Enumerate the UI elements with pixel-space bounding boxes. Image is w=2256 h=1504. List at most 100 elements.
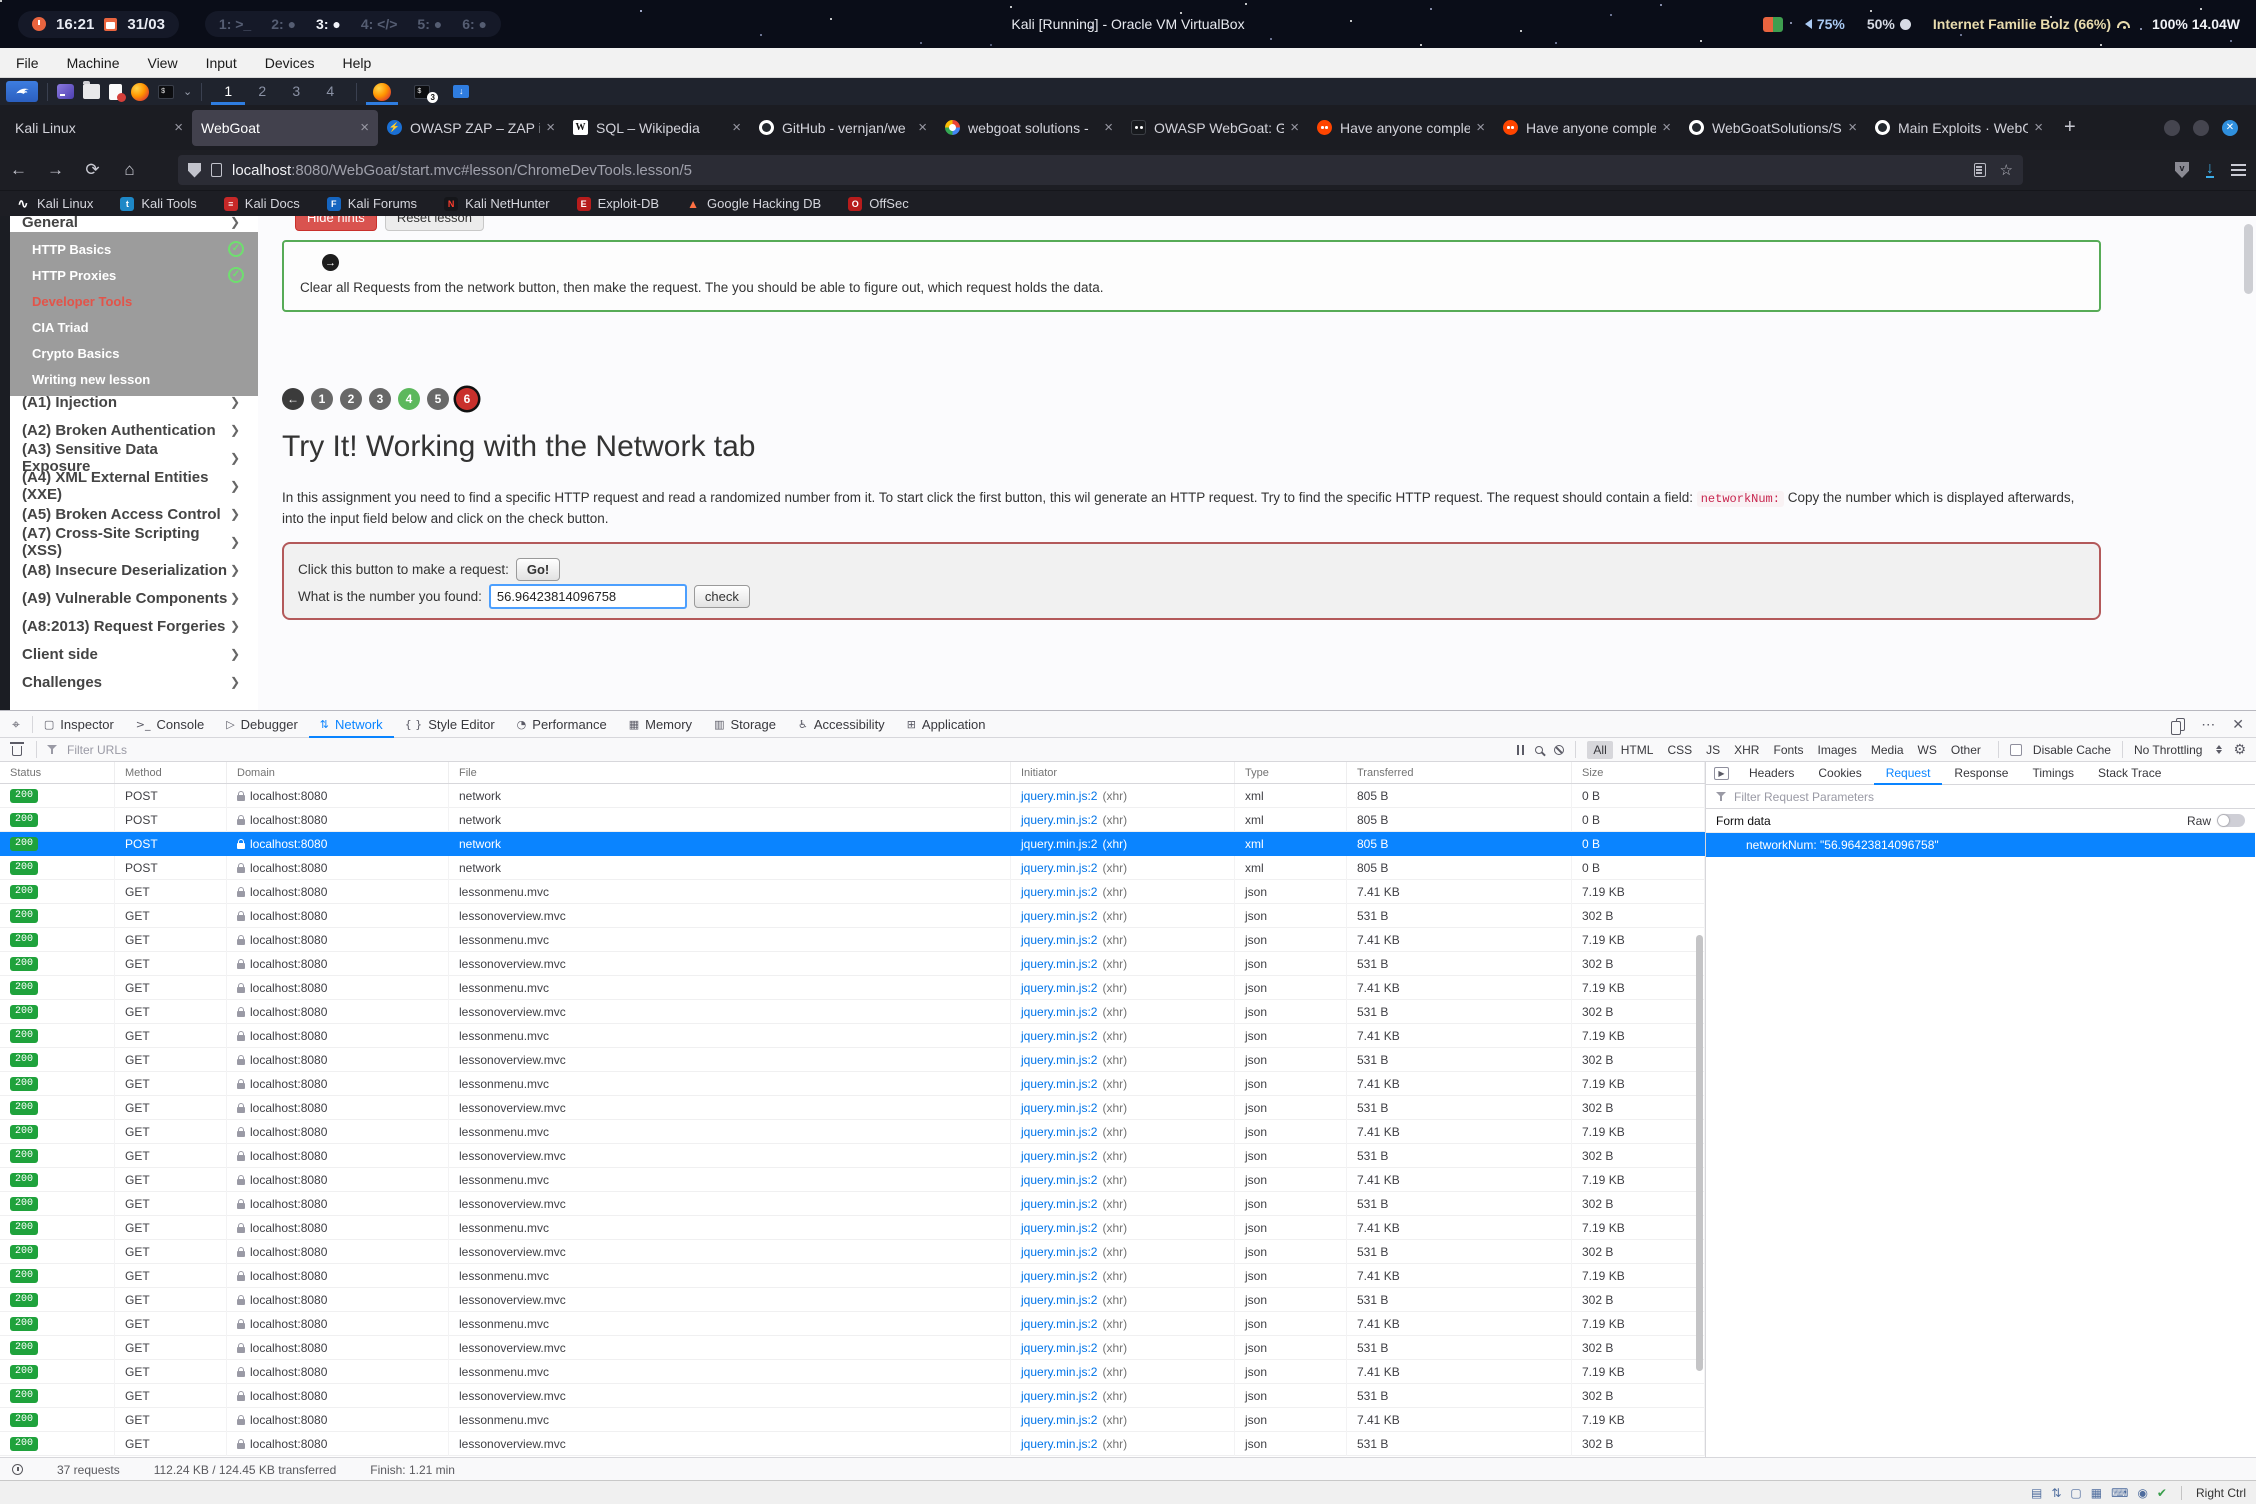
tab-close-icon[interactable]: × [732,119,741,136]
menu-item[interactable]: View [147,55,177,71]
url-bar[interactable]: localhost:8080/WebGoat/start.mvc#lesson/… [178,155,2023,185]
sidebar-category[interactable]: (A5) Broken Access Control ❯ [10,500,258,528]
network-request-row[interactable]: 200 GET localhost:8080 lessonoverview.mv… [0,1432,1705,1456]
network-request-row[interactable]: 200 GET localhost:8080 lessonmenu.mvc jq… [0,1072,1705,1096]
column-header[interactable]: Type [1235,762,1347,783]
menu-item[interactable]: Input [206,55,237,71]
block-request-icon[interactable] [1554,745,1564,755]
type-filter-button[interactable]: CSS [1661,741,1698,759]
network-request-row[interactable]: 200 GET localhost:8080 lessonmenu.mvc jq… [0,1312,1705,1336]
tab-close-icon[interactable]: × [360,119,369,136]
network-request-row[interactable]: 200 GET localhost:8080 lessonoverview.mv… [0,1144,1705,1168]
tab-close-icon[interactable]: × [1476,119,1485,136]
host-workspace[interactable]: 6: ● [462,16,487,32]
sidebar-category[interactable]: (A7) Cross-Site Scripting (XSS) ❯ [10,528,258,556]
column-header[interactable]: Method [115,762,227,783]
network-indicator[interactable]: Internet Familie Bolz (66%) [1933,16,2130,32]
network-request-row[interactable]: 200 GET localhost:8080 lessonoverview.mv… [0,1384,1705,1408]
tab-close-icon[interactable]: × [918,119,927,136]
sidebar-category[interactable]: (A4) XML External Entities (XXE) ❯ [10,472,258,500]
host-workspace[interactable]: 3: ● [316,16,341,32]
responsive-design-icon[interactable] [2176,718,2185,731]
kali-menu-button[interactable] [6,81,38,102]
brightness-indicator[interactable]: 50% [1867,16,1911,32]
page-number-button[interactable]: 6 [456,388,478,410]
files-app-icon[interactable] [83,84,100,99]
vm-keyboard-icon[interactable]: ⌨ [2111,1486,2128,1500]
host-workspace[interactable]: 5: ● [417,16,442,32]
menu-item[interactable]: Help [343,55,372,71]
sidebar-category[interactable]: (A8:2013) Request Forgeries ❯ [10,612,258,640]
host-workspace[interactable]: 2: ● [271,16,296,32]
vm-hdd-icon[interactable]: ▤ [2031,1486,2042,1500]
browser-tab[interactable]: Main Exploits · WebG × [1866,110,2052,146]
bookmark-item[interactable]: Exploit-DB [577,196,659,211]
reset-lesson-button[interactable]: Reset lesson [385,216,484,231]
taskbar-firefox-window[interactable] [366,78,398,105]
details-tab[interactable]: Cookies [1806,762,1873,785]
tab-close-icon[interactable]: × [2034,119,2043,136]
type-filter-button[interactable]: Other [1945,741,1987,759]
network-request-row[interactable]: 200 GET localhost:8080 lessonoverview.mv… [0,1096,1705,1120]
network-request-row[interactable]: 200 GET localhost:8080 lessonmenu.mvc jq… [0,976,1705,1000]
form-data-label[interactable]: Form data [1716,814,2187,828]
search-icon[interactable] [1535,746,1543,754]
page-number-button[interactable]: 4 [398,388,420,410]
workspace-button[interactable]: 1 [211,78,245,105]
tab-close-icon[interactable]: × [1662,119,1671,136]
tab-close-icon[interactable]: × [1104,119,1113,136]
host-workspace[interactable]: 4: </> [361,16,398,32]
downloads-icon[interactable]: ↓ [2206,162,2214,178]
page-number-button[interactable]: 3 [369,388,391,410]
type-filter-button[interactable]: XHR [1728,741,1765,759]
network-request-row[interactable]: 200 POST localhost:8080 network jquery.m… [0,856,1705,880]
column-header[interactable]: Size [1572,762,1705,783]
devtools-tab[interactable]: ♿ Accessibility [787,711,896,738]
menu-item[interactable]: Devices [265,55,315,71]
column-header[interactable]: File [449,762,1011,783]
devtools-tab[interactable]: ▢ Inspector [33,711,125,738]
tab-close-icon[interactable]: × [174,119,183,136]
sidebar-category[interactable]: (A9) Vulnerable Components ❯ [10,584,258,612]
details-tab[interactable]: Stack Trace [2086,762,2173,785]
browser-tab[interactable]: GitHub - vernjan/we × [750,110,936,146]
bookmark-item[interactable]: Google Hacking DB [686,196,821,211]
next-hint-icon[interactable] [322,254,339,271]
devtools-tab[interactable]: ▥ Storage [703,711,787,738]
page-info-icon[interactable] [211,163,222,177]
details-tab[interactable]: Request [1874,762,1943,785]
page-scrollbar[interactable] [2244,224,2253,294]
network-request-row[interactable]: 200 GET localhost:8080 lessonmenu.mvc jq… [0,1120,1705,1144]
browser-tab[interactable]: Kali Linux × [6,110,192,146]
type-filter-button[interactable]: Fonts [1767,741,1809,759]
network-request-row[interactable]: 200 GET localhost:8080 lessonmenu.mvc jq… [0,928,1705,952]
details-tab[interactable]: Response [1942,762,2020,785]
answer-input[interactable] [489,584,687,609]
firefox-app-icon[interactable] [131,83,149,101]
new-tab-button[interactable]: + [2052,116,2088,139]
vm-features-icon[interactable]: ✔ [2157,1486,2167,1500]
browser-tab[interactable]: WebGoat × [192,110,378,146]
browser-tab[interactable]: WebGoatSolutions/S × [1680,110,1866,146]
browser-tab[interactable]: OWASP WebGoat: G × [1122,110,1308,146]
raw-toggle[interactable] [2217,814,2245,827]
column-header[interactable]: Domain [227,762,449,783]
keyboard-layout-icon[interactable] [1763,17,1783,32]
close-button[interactable]: ✕ [2222,120,2238,136]
expand-panel-icon[interactable]: ▶ [1714,767,1729,780]
network-request-row[interactable]: 200 GET localhost:8080 lessonoverview.mv… [0,904,1705,928]
sidebar-category[interactable]: (A8) Insecure Deserialization ❯ [10,556,258,584]
pick-element-icon[interactable]: ⌖ [0,716,32,733]
network-request-row[interactable]: 200 GET localhost:8080 lessonmenu.mvc jq… [0,880,1705,904]
reader-mode-icon[interactable] [1974,163,1986,177]
pause-icon[interactable] [1517,745,1525,755]
page-number-button[interactable]: 1 [311,388,333,410]
reload-button[interactable]: ⟳ [74,160,111,180]
sidebar-category[interactable]: (A2) Broken Authentication ❯ [10,416,258,444]
tab-close-icon[interactable]: × [1290,119,1299,136]
network-request-row[interactable]: 200 POST localhost:8080 network jquery.m… [0,808,1705,832]
minimize-button[interactable] [2164,120,2180,136]
browser-tab[interactable]: webgoat solutions - × [936,110,1122,146]
terminal-app-icon[interactable]: $ [158,85,174,99]
document-app-icon[interactable] [109,84,122,100]
